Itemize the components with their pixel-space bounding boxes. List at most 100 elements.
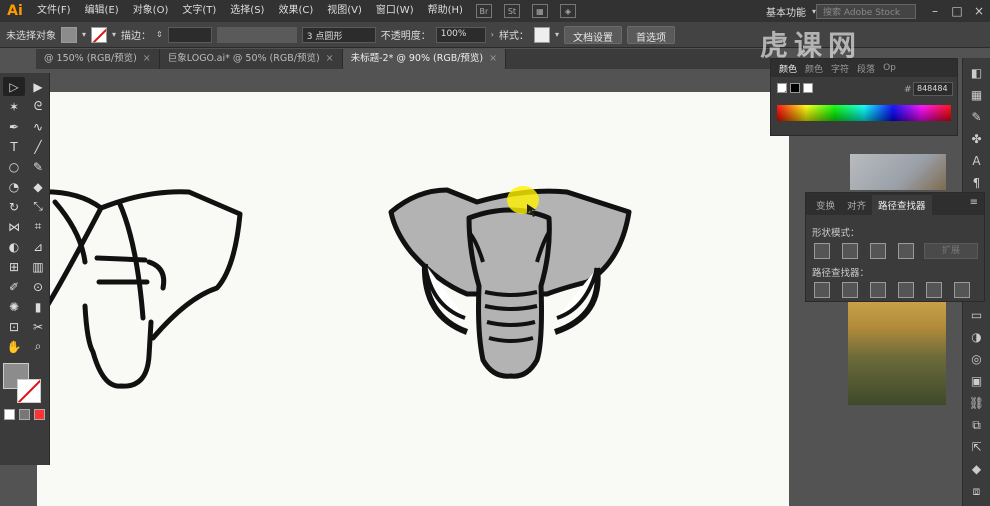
opacity-field[interactable]: 100% bbox=[435, 26, 486, 43]
graph-tool-icon[interactable]: ▮ bbox=[27, 297, 49, 316]
black-swatch[interactable] bbox=[790, 83, 801, 93]
menu-window[interactable]: 窗口(W) bbox=[369, 0, 421, 22]
appearance-icon[interactable]: ◎ bbox=[968, 350, 986, 368]
export-icon[interactable]: ⇱ bbox=[968, 438, 986, 456]
brushes-icon[interactable]: ✎ bbox=[968, 108, 986, 126]
stroke-weight-field[interactable] bbox=[167, 26, 212, 43]
stock-icon[interactable]: St bbox=[503, 4, 520, 18]
artboard[interactable] bbox=[34, 92, 789, 506]
close-icon[interactable]: × bbox=[489, 49, 497, 69]
gpu-icon[interactable]: ◈ bbox=[559, 4, 576, 18]
shape-builder-icon[interactable]: ◐ bbox=[3, 237, 25, 256]
minus-front-icon[interactable] bbox=[842, 243, 858, 259]
menu-object[interactable]: 对象(O) bbox=[126, 0, 176, 22]
stroke-color-swatch[interactable] bbox=[91, 26, 108, 43]
tab-align[interactable]: 对齐 bbox=[841, 195, 872, 215]
chevron-down-icon[interactable]: ▾ bbox=[555, 30, 559, 39]
mesh-icon[interactable]: ⊞ bbox=[3, 257, 25, 276]
links-icon[interactable]: ⛓ bbox=[968, 394, 986, 412]
pen-tool-icon[interactable]: ✒ bbox=[3, 117, 25, 136]
layers-icon[interactable]: ◆ bbox=[968, 460, 986, 478]
minus-back-icon[interactable] bbox=[954, 282, 970, 298]
menu-effect[interactable]: 效果(C) bbox=[271, 0, 320, 22]
brush-definition-field[interactable]: 3 点圆形 bbox=[301, 26, 376, 43]
panel-menu-icon[interactable]: ≡ bbox=[970, 197, 978, 208]
maximize-icon[interactable]: □ bbox=[946, 4, 968, 18]
blend-icon[interactable]: ⊙ bbox=[27, 277, 49, 296]
menu-file[interactable]: 文件(F) bbox=[30, 0, 78, 22]
menu-view[interactable]: 视图(V) bbox=[320, 0, 369, 22]
expand-button[interactable]: 扩展 bbox=[924, 243, 978, 259]
hand-tool-icon[interactable]: ✋ bbox=[3, 337, 25, 356]
unite-icon[interactable] bbox=[814, 243, 830, 259]
gradient-panel-icon[interactable]: ▭ bbox=[968, 306, 986, 324]
curvature-icon[interactable]: ∿ bbox=[27, 117, 49, 136]
close-icon[interactable]: × bbox=[326, 49, 334, 69]
bridge-icon[interactable]: Br bbox=[475, 4, 492, 18]
line-tool-icon[interactable]: ╱ bbox=[27, 137, 49, 156]
minimize-icon[interactable]: – bbox=[924, 4, 946, 18]
slice-tool-icon[interactable]: ✂ bbox=[27, 317, 49, 336]
chevron-right-icon[interactable]: › bbox=[491, 30, 494, 39]
close-icon[interactable]: × bbox=[143, 49, 151, 69]
character-icon[interactable]: A bbox=[968, 152, 986, 170]
eraser-icon[interactable]: ◆ bbox=[27, 177, 49, 196]
color-spectrum[interactable] bbox=[777, 105, 951, 121]
placed-photo-sky[interactable] bbox=[850, 154, 946, 190]
artboard-tool-icon[interactable]: ⊡ bbox=[3, 317, 25, 336]
workspace-switcher[interactable]: 基本功能 bbox=[760, 4, 812, 19]
shaper-icon[interactable]: ◔ bbox=[3, 177, 25, 196]
menu-help[interactable]: 帮助(H) bbox=[421, 0, 470, 22]
tab-document-1[interactable]: @ 150% (RGB/预览) × bbox=[36, 49, 160, 69]
ellipse-tool-icon[interactable]: ○ bbox=[3, 157, 25, 176]
chevron-down-icon[interactable]: ▾ bbox=[112, 30, 116, 39]
none-swatch[interactable] bbox=[777, 83, 787, 93]
variable-width-field[interactable] bbox=[216, 26, 297, 43]
menu-edit[interactable]: 编辑(E) bbox=[78, 0, 126, 22]
perspective-icon[interactable]: ⊿ bbox=[27, 237, 49, 256]
tab-pathfinder[interactable]: 路径查找器 bbox=[872, 195, 932, 215]
graphic-styles-icon[interactable]: ▣ bbox=[968, 372, 986, 390]
menu-type[interactable]: 文字(T) bbox=[175, 0, 223, 22]
tab-document-3[interactable]: 未标题-2* @ 90% (RGB/预览) × bbox=[342, 49, 507, 69]
rotate-icon[interactable]: ↻ bbox=[3, 197, 25, 216]
document-setup-button[interactable]: 文档设置 bbox=[563, 25, 622, 44]
stock-search-input[interactable]: 搜索 Adobe Stock bbox=[816, 3, 916, 19]
opacity-label[interactable]: 不透明度： bbox=[381, 27, 431, 42]
trim-icon[interactable] bbox=[842, 282, 858, 298]
eyedropper-icon[interactable]: ✐ bbox=[3, 277, 25, 296]
tab-opentype[interactable]: Op bbox=[883, 63, 896, 73]
tab-document-2[interactable]: 巨象LOGO.ai* @ 50% (RGB/预览) × bbox=[160, 49, 343, 69]
merge-icon[interactable] bbox=[870, 282, 886, 298]
width-tool-icon[interactable]: ⋈ bbox=[3, 217, 25, 236]
close-icon[interactable]: × bbox=[968, 4, 990, 18]
chevron-down-icon[interactable]: ▾ bbox=[82, 30, 86, 39]
magic-wand-icon[interactable]: ✶ bbox=[3, 97, 25, 116]
direct-selection-tool-icon[interactable]: ▶ bbox=[27, 77, 49, 96]
swatches-icon[interactable]: ▦ bbox=[968, 86, 986, 104]
paragraph-icon[interactable]: ¶ bbox=[968, 174, 986, 192]
white-swatch[interactable] bbox=[803, 83, 814, 93]
paintbrush-icon[interactable]: ✎ bbox=[27, 157, 49, 176]
lasso-icon[interactable]: ᘓ bbox=[27, 97, 49, 116]
stroke-weight-stepper[interactable]: ⇕ bbox=[156, 30, 163, 39]
outline-icon[interactable] bbox=[926, 282, 942, 298]
intersect-icon[interactable] bbox=[870, 243, 886, 259]
gradient-icon[interactable]: ▥ bbox=[27, 257, 49, 276]
free-transform-icon[interactable]: ⌗ bbox=[27, 217, 49, 236]
type-tool-icon[interactable]: T bbox=[3, 137, 25, 156]
fill-color-swatch[interactable] bbox=[61, 26, 77, 43]
placed-photo-grass[interactable] bbox=[848, 300, 946, 405]
stroke-swatch[interactable] bbox=[17, 379, 41, 403]
artwork[interactable] bbox=[34, 92, 789, 506]
gradient-mode-icon[interactable] bbox=[19, 409, 30, 420]
divide-icon[interactable] bbox=[814, 282, 830, 298]
shaded-elephant[interactable] bbox=[388, 186, 632, 379]
symbols-icon[interactable]: ✤ bbox=[968, 130, 986, 148]
preferences-button[interactable]: 首选项 bbox=[626, 25, 675, 44]
artboards-icon[interactable]: ◧ bbox=[968, 64, 986, 82]
asset-export-icon[interactable]: ⧈ bbox=[968, 482, 986, 500]
outline-elephant[interactable] bbox=[34, 189, 243, 389]
none-mode-icon[interactable] bbox=[34, 409, 45, 420]
tab-transform[interactable]: 变换 bbox=[810, 195, 841, 215]
